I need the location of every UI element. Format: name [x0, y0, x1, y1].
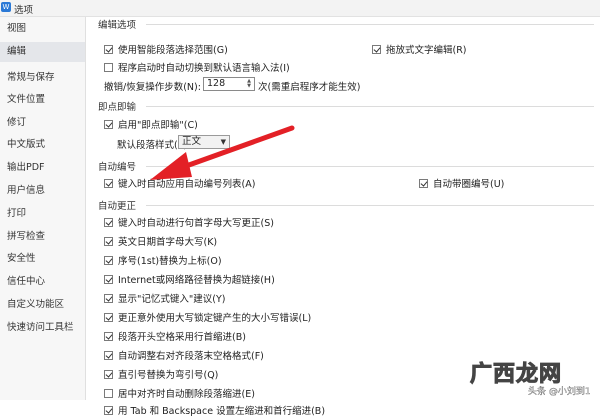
autocorrect-item[interactable]: 用 Tab 和 Backspace 设置左缩进和首行缩进(B)	[104, 403, 325, 417]
watermark: 广西龙网 头条 @小刘到1	[469, 361, 591, 398]
annotation-arrow-icon	[150, 125, 295, 180]
checkbox[interactable]	[104, 405, 113, 415]
